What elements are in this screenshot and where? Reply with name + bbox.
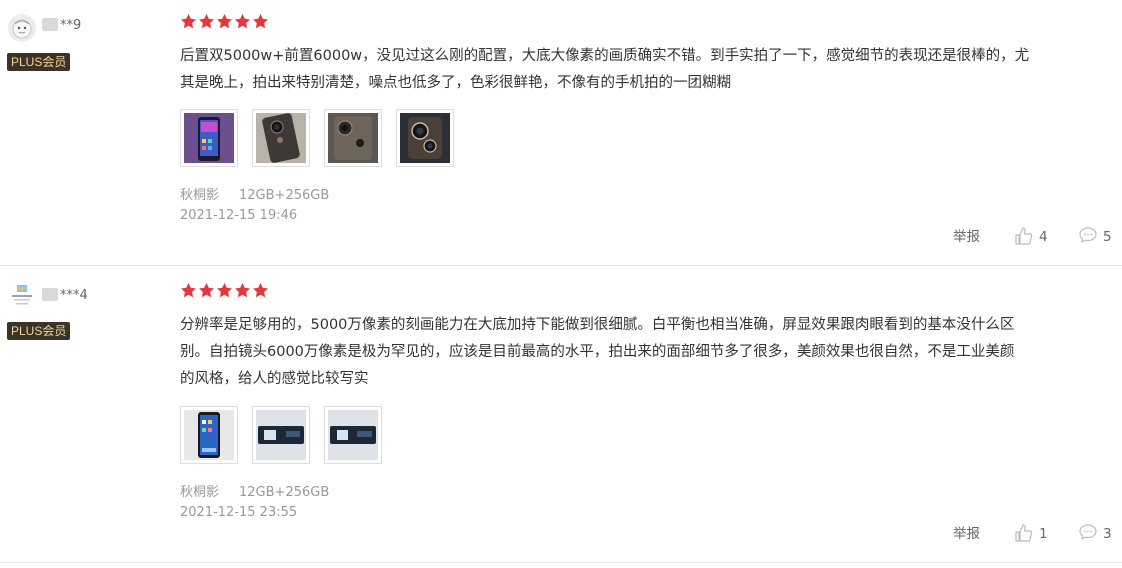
- username[interactable]: ***4: [42, 288, 88, 304]
- review-photo[interactable]: [324, 109, 383, 167]
- thumbs-up-icon[interactable]: [1014, 523, 1034, 543]
- star-icon: [234, 282, 251, 299]
- review-divider: [0, 562, 1122, 563]
- username-mask: [42, 288, 58, 301]
- report-button[interactable]: 举报: [953, 524, 980, 544]
- report-button[interactable]: 举报: [953, 227, 980, 247]
- review-photo[interactable]: [252, 109, 311, 167]
- comment-count: 3: [1103, 526, 1112, 542]
- plus-member-badge: PLUS会员: [7, 322, 71, 340]
- review-photo[interactable]: [396, 109, 455, 167]
- review-photo[interactable]: [180, 406, 238, 464]
- review-date: 2021-12-15 23:55: [180, 505, 298, 520]
- comment-count: 5: [1103, 229, 1112, 245]
- star-icon: [180, 13, 197, 30]
- review-text-line: 分辨率是足够用的，5000万像素的刻画能力在大底加持下能做到很细腻。白平衡也相当…: [180, 317, 1015, 333]
- comment-bubble-icon[interactable]: [1078, 225, 1098, 245]
- star-icon: [252, 13, 269, 30]
- username-mask: [42, 18, 58, 31]
- like-count: 1: [1039, 526, 1048, 542]
- user-avatar[interactable]: [8, 282, 36, 310]
- plus-member-badge: PLUS会员: [7, 53, 71, 71]
- star-rating: [180, 13, 270, 31]
- username[interactable]: **9: [42, 18, 81, 34]
- variant-color: 秋桐影: [180, 188, 220, 203]
- review-text-line: 的风格，给人的感觉比较写实: [180, 371, 369, 387]
- review-text: 分辨率是足够用的，5000万像素的刻画能力在大底加持下能做到很细腻。白平衡也相当…: [180, 312, 1110, 393]
- star-icon: [216, 282, 233, 299]
- star-icon: [198, 13, 215, 30]
- star-icon: [252, 282, 269, 299]
- like-count: 4: [1039, 229, 1048, 245]
- product-variant: 秋桐影 12GB+256GB: [180, 485, 329, 501]
- review-photos: [180, 406, 391, 466]
- review-item: **9 PLUS会员 后置双5000w+前置6000w，没见过这么刚的配置，大底…: [0, 0, 1122, 265]
- thumbs-up-icon[interactable]: [1014, 226, 1034, 246]
- review-photo[interactable]: [252, 406, 311, 464]
- review-date: 2021-12-15 19:46: [180, 208, 298, 223]
- star-icon: [234, 13, 251, 30]
- star-rating: [180, 282, 270, 300]
- review-text-line: 后置双5000w+前置6000w，没见过这么刚的配置，大底大像素的画质确实不错。…: [180, 48, 1030, 64]
- variant-spec: 12GB+256GB: [239, 188, 330, 203]
- star-icon: [180, 282, 197, 299]
- review-text: 后置双5000w+前置6000w，没见过这么刚的配置，大底大像素的画质确实不错。…: [180, 43, 1110, 97]
- review-text-line: 别。自拍镜头6000万像素是极为罕见的，应该是目前最高的水平，拍出来的面部细节多…: [180, 344, 1015, 360]
- review-photo[interactable]: [324, 406, 383, 464]
- review-item: ***4 PLUS会员 分辨率是足够用的，5000万像素的刻画能力在大底加持下能…: [0, 266, 1122, 562]
- product-variant: 秋桐影 12GB+256GB: [180, 188, 329, 204]
- review-photos: [180, 109, 463, 169]
- variant-color: 秋桐影: [180, 485, 220, 500]
- comment-bubble-icon[interactable]: [1078, 522, 1098, 542]
- review-text-line: 其是晚上，拍出来特别清楚，噪点也低多了，色彩很鲜艳，不像有的手机拍的一团糊糊: [180, 75, 731, 91]
- variant-spec: 12GB+256GB: [239, 485, 330, 500]
- user-avatar[interactable]: [8, 14, 36, 42]
- star-icon: [216, 13, 233, 30]
- star-icon: [198, 282, 215, 299]
- review-photo[interactable]: [180, 109, 238, 167]
